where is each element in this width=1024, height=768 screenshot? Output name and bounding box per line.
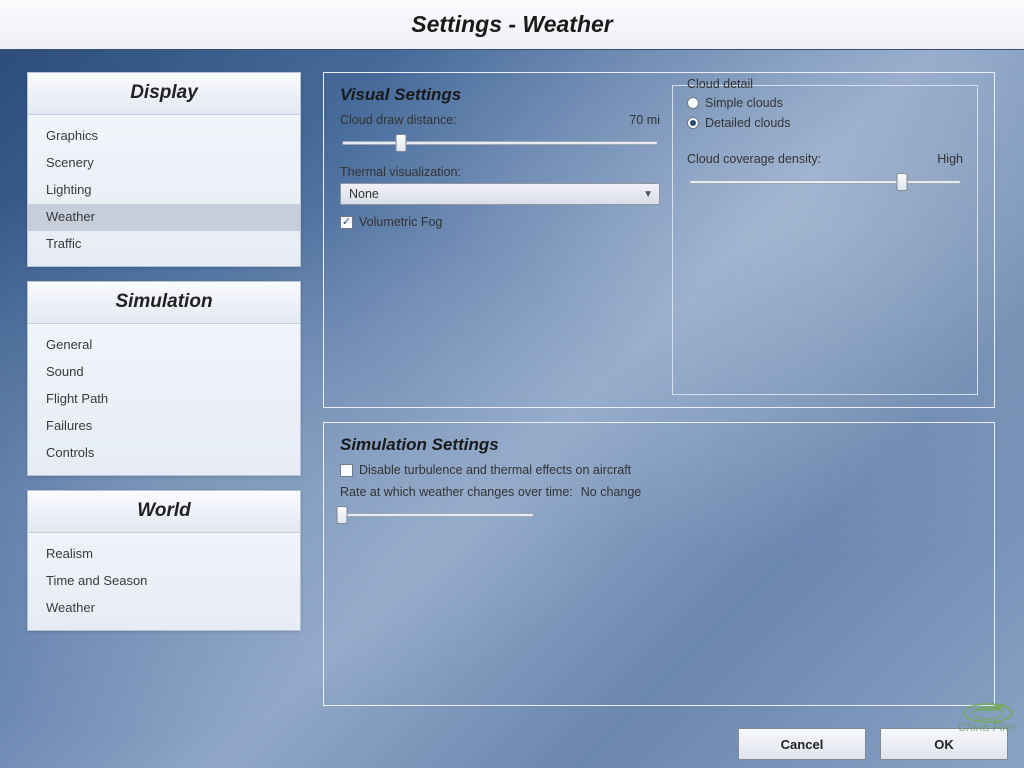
slider-thumb[interactable] [395,134,406,152]
slider-thumb[interactable] [336,506,347,524]
cloud-draw-distance-value: 70 mi [629,113,660,127]
sidebar-item-controls[interactable]: Controls [28,440,300,467]
slider-thumb[interactable] [897,173,908,191]
button-bar: Cancel OK [738,728,1008,760]
slider-track [689,180,961,184]
side-header-simulation: Simulation [28,282,300,324]
sidebar-item-flight-path[interactable]: Flight Path [28,386,300,413]
cloud-detail-fieldset: Cloud detail Simple clouds Detailed clou… [672,85,978,395]
cloud-coverage-value: High [937,152,963,166]
page-title: Settings - Weather [411,11,613,38]
simple-clouds-label: Simple clouds [705,96,783,110]
slider-track [342,141,658,145]
title-bar: Settings - Weather [0,0,1024,50]
checkbox-icon [340,216,353,229]
side-header-world: World [28,491,300,533]
side-items-world: Realism Time and Season Weather [28,533,300,630]
weather-rate-label: Rate at which weather changes over time: [340,485,573,499]
thermal-visualization-label: Thermal visualization: [340,165,461,179]
simulation-settings-heading: Simulation Settings [340,435,978,455]
side-group-world: World Realism Time and Season Weather [27,490,301,631]
weather-rate-slider[interactable] [340,505,536,525]
sidebar-item-general[interactable]: General [28,332,300,359]
side-group-simulation: Simulation General Sound Flight Path Fai… [27,281,301,476]
sidebar-item-realism[interactable]: Realism [28,541,300,568]
sidebar-item-lighting[interactable]: Lighting [28,177,300,204]
disable-turbulence-checkbox[interactable]: Disable turbulence and thermal effects o… [340,463,978,477]
sidebar: Display Graphics Scenery Lighting Weathe… [27,72,301,720]
sidebar-item-weather-display[interactable]: Weather [28,204,300,231]
thermal-visualization-select[interactable]: None ▼ [340,183,660,205]
sidebar-item-time-season[interactable]: Time and Season [28,568,300,595]
weather-rate-value: No change [581,485,641,499]
sidebar-item-failures[interactable]: Failures [28,413,300,440]
sidebar-item-scenery[interactable]: Scenery [28,150,300,177]
side-header-display: Display [28,73,300,115]
simulation-settings-panel: Simulation Settings Disable turbulence a… [323,422,995,706]
visual-settings-column: Visual Settings Cloud draw distance: 70 … [340,85,660,229]
radio-icon [687,117,699,129]
checkbox-icon [340,464,353,477]
detailed-clouds-radio[interactable]: Detailed clouds [687,116,963,130]
disable-turbulence-label: Disable turbulence and thermal effects o… [359,463,631,477]
sidebar-item-sound[interactable]: Sound [28,359,300,386]
side-group-display: Display Graphics Scenery Lighting Weathe… [27,72,301,267]
cloud-draw-distance-slider[interactable] [340,133,660,153]
cancel-button[interactable]: Cancel [738,728,866,760]
side-items-display: Graphics Scenery Lighting Weather Traffi… [28,115,300,266]
cloud-detail-legend: Cloud detail [683,77,757,91]
thermal-visualization-value: None [349,187,379,201]
cloud-coverage-slider[interactable] [687,172,963,192]
visual-settings-heading: Visual Settings [340,85,660,105]
chevron-down-icon: ▼ [643,189,653,200]
cloud-detail-column: Cloud detail Simple clouds Detailed clou… [672,85,978,395]
slider-track [342,513,534,517]
ok-button[interactable]: OK [880,728,1008,760]
sidebar-item-traffic[interactable]: Traffic [28,231,300,258]
cloud-draw-distance-label: Cloud draw distance: [340,113,457,127]
sidebar-item-graphics[interactable]: Graphics [28,123,300,150]
volumetric-fog-label: Volumetric Fog [359,215,442,229]
volumetric-fog-checkbox[interactable]: Volumetric Fog [340,215,660,229]
side-items-simulation: General Sound Flight Path Failures Contr… [28,324,300,475]
cloud-coverage-label: Cloud coverage density: [687,152,821,166]
radio-icon [687,97,699,109]
detailed-clouds-label: Detailed clouds [705,116,790,130]
visual-settings-panel: Visual Settings Cloud draw distance: 70 … [323,72,995,408]
simple-clouds-radio[interactable]: Simple clouds [687,96,963,110]
sidebar-item-weather-world[interactable]: Weather [28,595,300,622]
